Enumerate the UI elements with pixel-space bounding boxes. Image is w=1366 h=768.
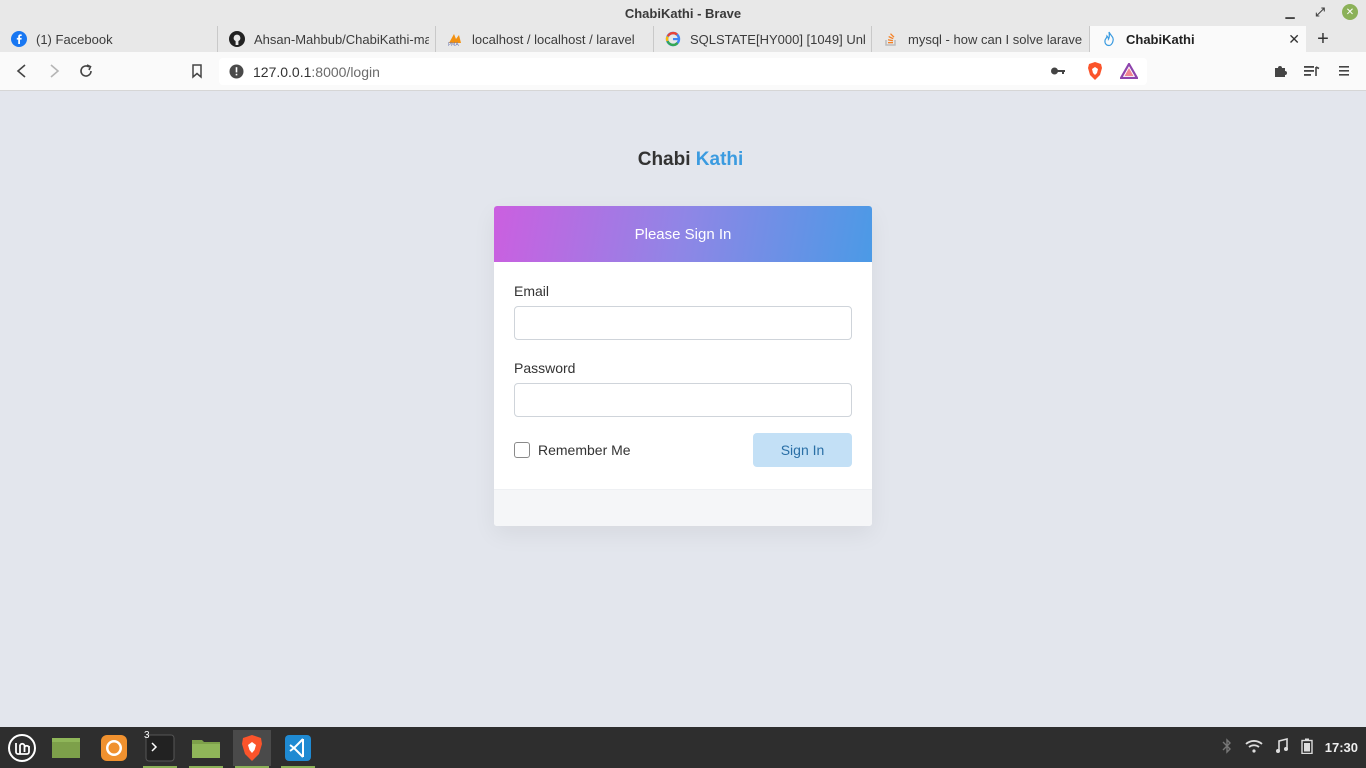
linux-mint-menu-icon[interactable]	[3, 730, 41, 766]
brave-browser-icon[interactable]	[233, 730, 271, 768]
url-host: 127.0.0.1	[253, 63, 312, 80]
info-icon[interactable]	[229, 64, 244, 79]
close-tab-icon[interactable]: ✕	[1288, 31, 1300, 48]
form-actions: Remember Me Sign In	[514, 433, 852, 467]
login-card: Please Sign In Email Password Remember M…	[494, 206, 872, 526]
wifi-icon[interactable]	[1245, 739, 1263, 756]
tab-label: SQLSTATE[HY000] [1049] Unkn	[690, 31, 865, 47]
stackoverflow-icon	[883, 31, 899, 47]
browser-toolbar: 127.0.0.1:8000/login	[0, 52, 1366, 91]
google-icon	[665, 31, 681, 47]
sign-in-button[interactable]: Sign In	[753, 433, 852, 467]
brave-rewards-icon[interactable]	[1119, 61, 1139, 81]
forward-icon[interactable]	[44, 61, 64, 81]
reading-list-icon[interactable]	[1302, 61, 1322, 81]
remember-me-checkbox[interactable]	[514, 442, 530, 458]
terminal-window-count: 3	[144, 730, 150, 741]
page-icon	[1101, 31, 1117, 47]
address-bar[interactable]: 127.0.0.1:8000/login	[219, 58, 1147, 85]
files-icon[interactable]	[187, 730, 225, 768]
taskbar: 3 17:30	[0, 727, 1366, 768]
extensions-icon[interactable]	[1270, 61, 1290, 81]
svg-text:PMA: PMA	[448, 42, 459, 47]
tab-google[interactable]: SQLSTATE[HY000] [1049] Unkn	[654, 26, 872, 52]
remember-me-label: Remember Me	[538, 442, 631, 458]
bluetooth-icon[interactable]	[1221, 738, 1233, 757]
phpmyadmin-icon: PMA	[447, 31, 463, 47]
brand-accent: Kathi	[695, 149, 744, 170]
terminal-icon[interactable]: 3	[141, 730, 179, 768]
sound-icon[interactable]	[1275, 737, 1289, 757]
firefox-icon[interactable]	[95, 730, 133, 766]
close-window-icon[interactable]: ✕	[1342, 4, 1358, 20]
bookmark-icon[interactable]	[187, 61, 207, 81]
url-path: :8000/login	[311, 63, 380, 80]
email-label: Email	[514, 283, 550, 299]
menu-icon[interactable]	[1334, 61, 1354, 81]
brand-primary: Chabi	[637, 149, 691, 170]
tab-strip: (1) Facebook Ahsan-Mahbub/ChabiKathi-ma …	[0, 26, 1366, 52]
facebook-icon	[11, 31, 27, 47]
key-icon[interactable]	[1050, 64, 1066, 78]
tab-label: Ahsan-Mahbub/ChabiKathi-ma	[254, 31, 429, 47]
vscode-icon[interactable]	[279, 730, 317, 768]
page-content: Chabi Kathi Please Sign In Email Passwor…	[0, 92, 1366, 727]
clock[interactable]: 17:30	[1325, 740, 1358, 755]
site-brand[interactable]: Chabi Kathi	[0, 149, 1366, 171]
battery-icon[interactable]	[1301, 738, 1313, 757]
tab-facebook[interactable]: (1) Facebook	[0, 26, 218, 52]
card-title: Please Sign In	[634, 225, 732, 243]
tab-stackoverflow[interactable]: mysql - how can I solve laravel	[872, 26, 1090, 52]
card-footer	[494, 489, 872, 526]
password-label: Password	[514, 360, 576, 376]
back-icon[interactable]	[12, 61, 32, 81]
tab-label: ChabiKathi	[1126, 31, 1195, 47]
login-form: Email Password Remember Me Sign In	[494, 262, 872, 489]
window-controls: ▁ ⤢ ✕	[1282, 4, 1358, 20]
remember-me[interactable]: Remember Me	[514, 442, 631, 458]
tab-github[interactable]: Ahsan-Mahbub/ChabiKathi-ma	[218, 26, 436, 52]
card-header: Please Sign In	[494, 206, 872, 262]
new-tab-button[interactable]: +	[1306, 26, 1340, 52]
plus-icon: +	[1317, 27, 1329, 50]
window-title: ChabiKathi - Brave	[624, 5, 742, 21]
email-field[interactable]	[514, 306, 852, 340]
system-tray: 17:30	[1221, 727, 1366, 768]
tab-label: localhost / localhost / laravel	[472, 31, 635, 47]
github-icon	[229, 31, 245, 47]
brave-shields-icon[interactable]	[1085, 61, 1105, 81]
tab-chabikathi[interactable]: ChabiKathi ✕	[1090, 26, 1306, 52]
maximize-icon[interactable]: ⤢	[1312, 4, 1328, 20]
reload-icon[interactable]	[76, 61, 96, 81]
window-titlebar: ChabiKathi - Brave ▁ ⤢ ✕	[0, 0, 1366, 26]
tab-label: (1) Facebook	[36, 31, 113, 47]
tab-phpmyadmin[interactable]: PMA localhost / localhost / laravel	[436, 26, 654, 52]
tab-label: mysql - how can I solve laravel	[908, 31, 1083, 47]
minimize-icon[interactable]: ▁	[1282, 4, 1298, 20]
show-desktop-icon[interactable]	[47, 730, 85, 766]
password-field[interactable]	[514, 383, 852, 417]
